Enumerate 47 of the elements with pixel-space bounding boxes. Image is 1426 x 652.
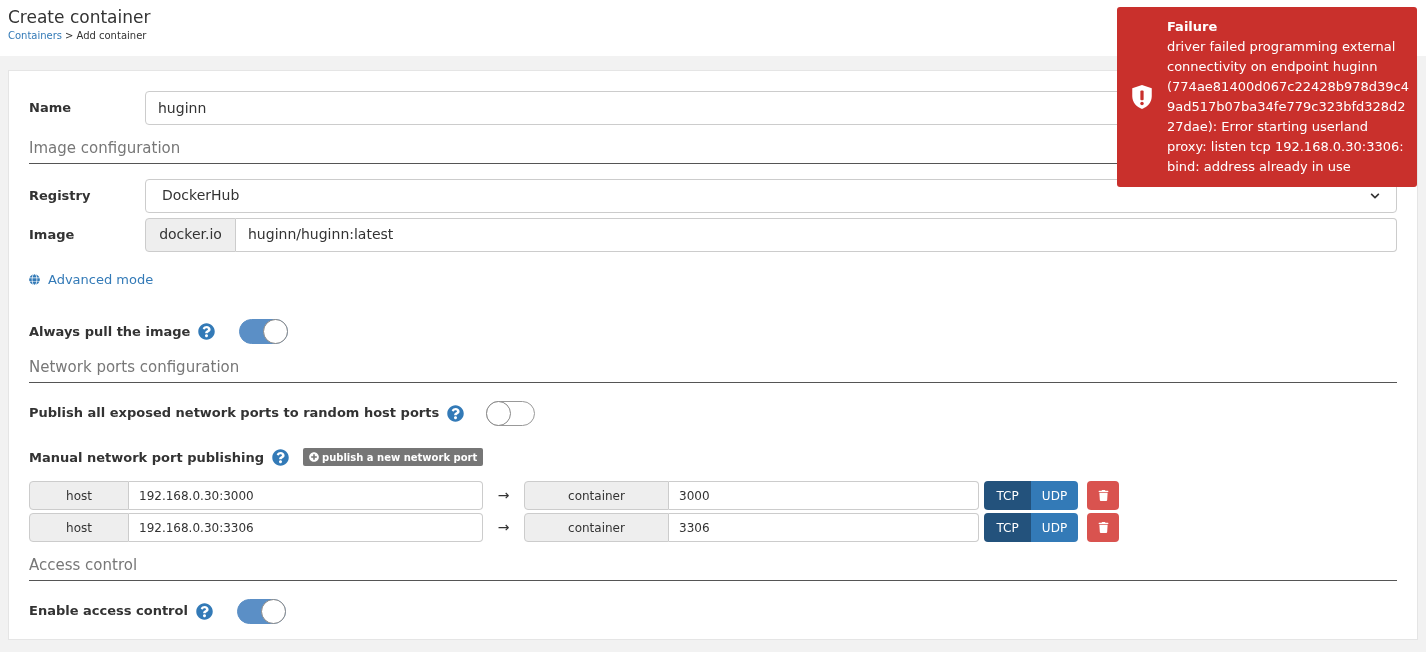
breadcrumb-current: Add container [76, 29, 147, 43]
notification-title: Failure [1167, 18, 1219, 36]
protocol-toggle[interactable]: UDP [1031, 481, 1078, 510]
help-icon[interactable] [198, 323, 216, 340]
toggle-switch[interactable] [236, 598, 286, 624]
delete-button[interactable] [1087, 481, 1119, 510]
host-input[interactable]: 192.168.0.30:3000 [129, 481, 483, 510]
toggle-switch[interactable] [486, 400, 536, 426]
globe-icon [29, 273, 40, 285]
section-title: Access control [29, 554, 1397, 581]
host-label: host [29, 513, 129, 542]
container-input[interactable]: 3306 [669, 513, 979, 542]
container-label: container [524, 481, 669, 510]
page-title: Create container [8, 6, 151, 28]
breadcrumb-link[interactable]: Containers [8, 28, 63, 43]
arrow: → [496, 518, 511, 537]
container-label: container [524, 513, 669, 542]
field-label: Always pull the image [29, 322, 191, 341]
field-label: Publish all exposed network ports to random host ports [29, 404, 440, 423]
arrow: → [496, 486, 511, 505]
field-label: Manual network port publishing [29, 448, 264, 467]
trash-icon [1097, 490, 1109, 501]
field-label: Enable access control [29, 602, 188, 621]
image-input[interactable]: huginn/huginn:latest [236, 217, 1397, 252]
container-input[interactable]: 3000 [669, 481, 979, 510]
protocol-toggle[interactable]: UDP [1031, 513, 1078, 542]
field-label: Registry [29, 186, 92, 205]
host-input[interactable]: 192.168.0.30:3306 [129, 513, 483, 542]
help-icon[interactable] [195, 602, 213, 620]
delete-button[interactable] [1087, 513, 1119, 542]
image-prefix: docker.io [145, 217, 236, 252]
chevron-icon [1370, 190, 1380, 201]
protocol-toggle[interactable]: TCP [984, 481, 1031, 510]
field-label: Name [29, 99, 72, 118]
help-icon[interactable] [271, 448, 289, 466]
help-icon[interactable] [447, 404, 465, 422]
field-label: Image [29, 225, 76, 244]
shield-warning-icon [1131, 84, 1153, 110]
section-title: Network ports configuration [29, 356, 1397, 383]
add-port-button[interactable]: publish a new network port [302, 448, 484, 467]
toggle-switch[interactable] [239, 319, 289, 344]
trash-icon [1097, 522, 1109, 533]
host-label: host [29, 481, 129, 510]
advanced-mode-link[interactable]: Advanced mode [48, 269, 154, 289]
breadcrumb-separator: > [65, 29, 74, 43]
plus-icon [308, 452, 319, 463]
protocol-toggle[interactable]: TCP [984, 513, 1031, 542]
